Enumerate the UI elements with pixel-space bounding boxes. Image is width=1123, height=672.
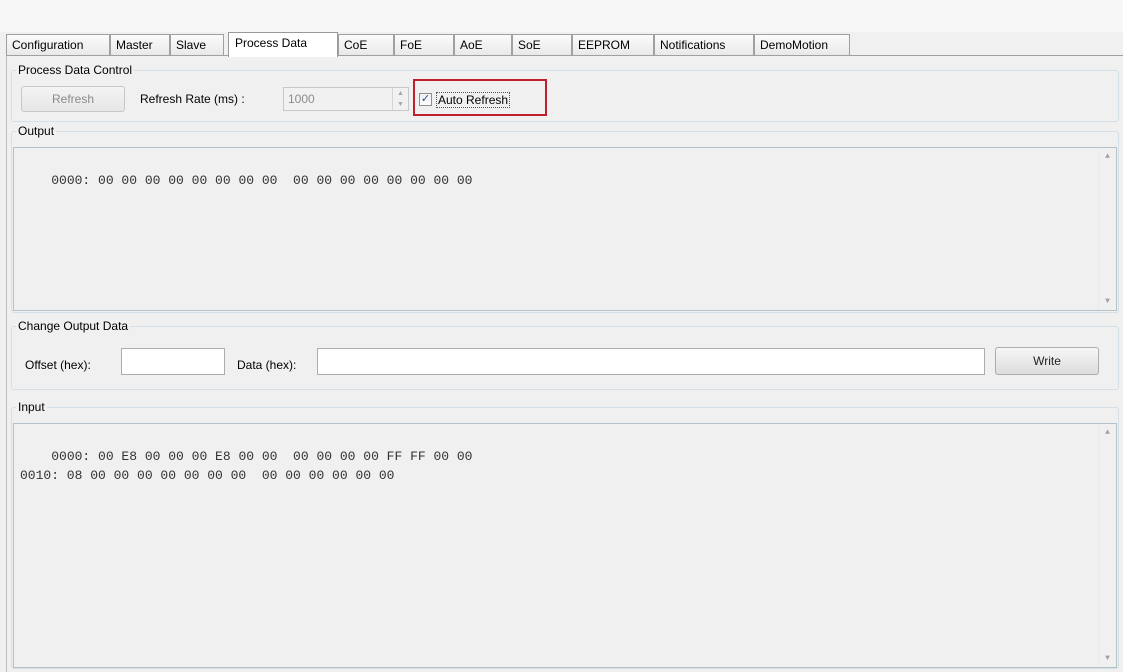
tab-master[interactable]: Master	[110, 34, 170, 55]
scroll-down-arrow-icon[interactable]: ▼	[1099, 293, 1116, 310]
process-data-page: Process Data Control Refresh Refresh Rat…	[6, 56, 1123, 672]
data-input[interactable]	[317, 348, 985, 375]
change-output-data-title: Change Output Data	[18, 319, 129, 333]
tab-coe[interactable]: CoE	[338, 34, 394, 55]
chevron-up-icon[interactable]: ▲	[393, 88, 408, 99]
scroll-up-arrow-icon[interactable]: ▲	[1099, 424, 1116, 441]
tab-eeprom[interactable]: EEPROM	[572, 34, 654, 55]
input-data-text: 0000: 00 E8 00 00 00 E8 00 00 00 00 00 0…	[20, 449, 473, 483]
tab-foe[interactable]: FoE	[394, 34, 454, 55]
input-title: Input	[18, 400, 45, 414]
offset-label: Offset (hex):	[25, 358, 91, 372]
input-scrollbar[interactable]: ▲ ▼	[1098, 424, 1116, 667]
offset-input[interactable]	[121, 348, 225, 375]
data-label: Data (hex):	[237, 358, 297, 372]
highlight-box	[413, 79, 547, 116]
output-data-text: 0000: 00 00 00 00 00 00 00 00 00 00 00 0…	[51, 173, 473, 188]
refresh-button[interactable]: Refresh	[21, 86, 125, 112]
tab-demomotion[interactable]: DemoMotion	[754, 34, 850, 55]
tab-soe[interactable]: SoE	[512, 34, 572, 55]
input-textbox[interactable]: 0000: 00 E8 00 00 00 E8 00 00 00 00 00 0…	[13, 423, 1117, 668]
write-button[interactable]: Write	[995, 347, 1099, 375]
output-textbox[interactable]: 0000: 00 00 00 00 00 00 00 00 00 00 00 0…	[13, 147, 1117, 311]
window-top-strip	[0, 0, 1123, 32]
output-scrollbar[interactable]: ▲ ▼	[1098, 148, 1116, 310]
tab-strip: Configuration Master Slave Process Data …	[0, 32, 1123, 57]
tab-process-data[interactable]: Process Data	[228, 32, 338, 57]
refresh-rate-input[interactable]: 1000	[283, 87, 409, 111]
chevron-down-icon[interactable]: ▼	[393, 99, 408, 110]
refresh-rate-spinner[interactable]: ▲ ▼	[392, 88, 408, 110]
tab-slave[interactable]: Slave	[170, 34, 224, 55]
scroll-up-arrow-icon[interactable]: ▲	[1099, 148, 1116, 165]
tab-configuration[interactable]: Configuration	[6, 34, 110, 55]
tab-notifications[interactable]: Notifications	[654, 34, 754, 55]
scroll-down-arrow-icon[interactable]: ▼	[1099, 650, 1116, 667]
output-title: Output	[18, 124, 55, 138]
process-data-control-title: Process Data Control	[18, 63, 133, 77]
tab-aoe[interactable]: AoE	[454, 34, 512, 55]
refresh-rate-label: Refresh Rate (ms) :	[140, 92, 245, 106]
